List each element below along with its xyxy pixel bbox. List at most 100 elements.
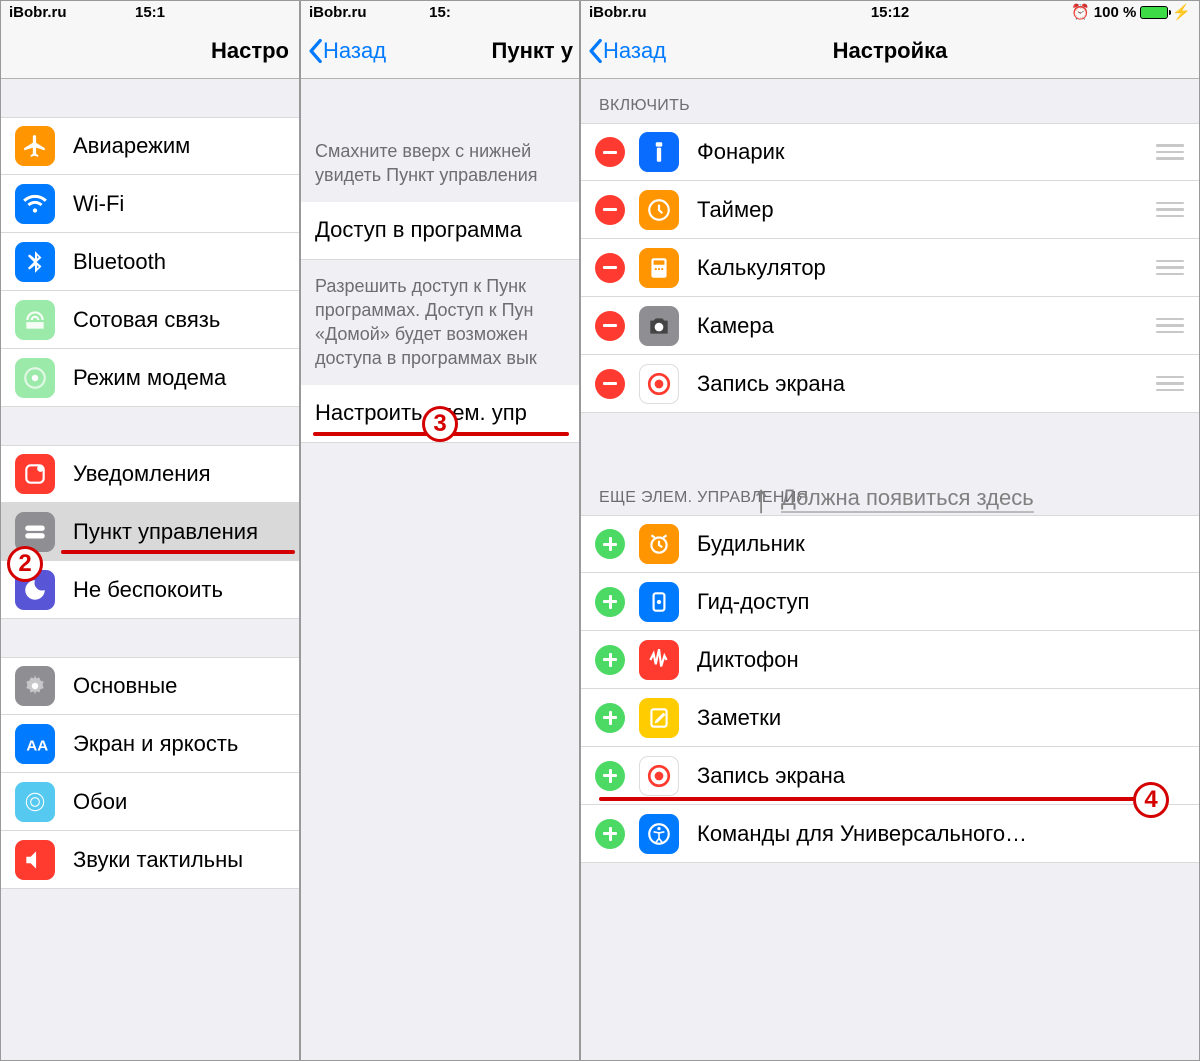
control-row-flashlight: Фонарик (581, 123, 1199, 181)
alarm-icon: ⏰ (1071, 3, 1090, 21)
back-button[interactable]: Назад (581, 38, 666, 64)
row-label: Сотовая связь (73, 307, 220, 333)
add-button[interactable] (595, 761, 625, 791)
row-dnd[interactable]: Не беспокоить (1, 561, 299, 619)
drag-handle[interactable] (1155, 318, 1185, 334)
control-row-alarm: Будильник (581, 515, 1199, 573)
control-row-guided: Гид-доступ (581, 573, 1199, 631)
drag-handle[interactable] (1155, 202, 1185, 218)
navbar: Назад Пункт у (301, 23, 579, 79)
status-bar: iBobr.ru 15:1 (1, 1, 299, 23)
annotation-text: Должна появиться здесь (781, 485, 1034, 513)
status-site: iBobr.ru (589, 4, 890, 21)
row-general[interactable]: Основные (1, 657, 299, 715)
battery-percent: 100 % (1094, 4, 1137, 21)
wallpaper-icon (15, 782, 55, 822)
annotation-underline (599, 797, 1139, 801)
row-display[interactable]: AA Экран и яркость (1, 715, 299, 773)
status-time: 15: (429, 4, 451, 21)
row-wallpaper[interactable]: Обои (1, 773, 299, 831)
wifi-icon (15, 184, 55, 224)
row-bluetooth[interactable]: Bluetooth (1, 233, 299, 291)
arrow-up-icon: ↑ (751, 479, 771, 519)
voice-icon (639, 640, 679, 680)
notifications-icon (15, 454, 55, 494)
row-label: Заметки (697, 705, 781, 731)
row-label: Обои (73, 789, 127, 815)
row-controlcenter[interactable]: Пункт управления2 (1, 503, 299, 561)
add-button[interactable] (595, 529, 625, 559)
row-label: Фонарик (697, 139, 785, 165)
navbar-title: Настро (211, 38, 289, 64)
remove-button[interactable] (595, 137, 625, 167)
control-row-screenrec: Запись экрана (581, 355, 1199, 413)
screen-settings: iBobr.ru 15:1 Настро Авиарежим Wi-Fi Bluet… (0, 0, 300, 1061)
add-button[interactable] (595, 587, 625, 617)
row-label: Будильник (697, 531, 805, 557)
add-button[interactable] (595, 819, 625, 849)
remove-button[interactable] (595, 253, 625, 283)
alarm-icon (639, 524, 679, 564)
navbar-title: Настройка (833, 38, 948, 64)
add-button[interactable] (595, 703, 625, 733)
section-include: ВКЛЮЧИТЬ (581, 79, 1199, 123)
row-label: Диктофон (697, 647, 799, 673)
row-label: Запись экрана (697, 763, 845, 789)
row-access-in-apps[interactable]: Доступ в программа (301, 202, 579, 260)
timer-icon (639, 190, 679, 230)
row-cellular[interactable]: Сотовая связь (1, 291, 299, 349)
control-row-voice: Диктофон (581, 631, 1199, 689)
row-label: Wi-Fi (73, 191, 124, 217)
navbar-title: Пункт у (492, 38, 573, 64)
accessibility-icon (639, 814, 679, 854)
back-button[interactable]: Назад (301, 38, 386, 64)
navbar: Настро (1, 23, 299, 79)
remove-button[interactable] (595, 369, 625, 399)
row-airplane[interactable]: Авиарежим (1, 117, 299, 175)
row-label: Калькулятор (697, 255, 826, 281)
control-row-calculator: Калькулятор (581, 239, 1199, 297)
cellular-icon (15, 300, 55, 340)
navbar: Назад Настройка (581, 23, 1199, 79)
guided-icon (639, 582, 679, 622)
row-label: Звуки тактильны (73, 847, 243, 873)
remove-button[interactable] (595, 195, 625, 225)
status-bar: iBobr.ru 15: (301, 1, 579, 23)
bluetooth-icon (15, 242, 55, 282)
drag-handle[interactable] (1155, 144, 1185, 160)
row-sounds[interactable]: Звуки тактильны (1, 831, 299, 889)
description-access: Разрешить доступ к Пунк программах. Дост… (301, 260, 579, 385)
control-row-screenrec2: Запись экрана4 (581, 747, 1199, 805)
annotation-badge-3: 3 (422, 406, 458, 442)
airplane-icon (15, 126, 55, 166)
control-row-notes: Заметки (581, 689, 1199, 747)
row-label: Пункт управления (73, 519, 258, 545)
back-label: Назад (603, 38, 666, 64)
camera-icon (639, 306, 679, 346)
description-swipe: Смахните вверх с нижней увидеть Пункт уп… (301, 79, 579, 202)
calculator-icon (639, 248, 679, 288)
content: Смахните вверх с нижней увидеть Пункт уп… (301, 79, 579, 1060)
screen-control-center: iBobr.ru 15: Назад Пункт у Смахните ввер… (300, 0, 580, 1061)
general-icon (15, 666, 55, 706)
drag-handle[interactable] (1155, 376, 1185, 392)
drag-handle[interactable] (1155, 260, 1185, 276)
add-button[interactable] (595, 645, 625, 675)
hotspot-icon (15, 358, 55, 398)
row-label: Запись экрана (697, 371, 845, 397)
row-label: Режим модема (73, 365, 226, 391)
row-hotspot[interactable]: Режим модема (1, 349, 299, 407)
svg-text:AA: AA (26, 737, 48, 754)
row-label: Настроить элем. упр (315, 400, 527, 426)
control-row-timer: Таймер (581, 181, 1199, 239)
row-label: Таймер (697, 197, 774, 223)
row-notifications[interactable]: Уведомления (1, 445, 299, 503)
back-label: Назад (323, 38, 386, 64)
row-label: Экран и яркость (73, 731, 238, 757)
remove-button[interactable] (595, 311, 625, 341)
row-label: Bluetooth (73, 249, 166, 275)
content: Авиарежим Wi-Fi Bluetooth Сотовая связь Режи… (1, 79, 299, 1060)
row-wifi[interactable]: Wi-Fi (1, 175, 299, 233)
row-label: Команды для Универсального… (697, 821, 1027, 847)
screen-customize: iBobr.ru 15:12 ⏰ 100 % ⚡ Назад Настройка… (580, 0, 1200, 1061)
